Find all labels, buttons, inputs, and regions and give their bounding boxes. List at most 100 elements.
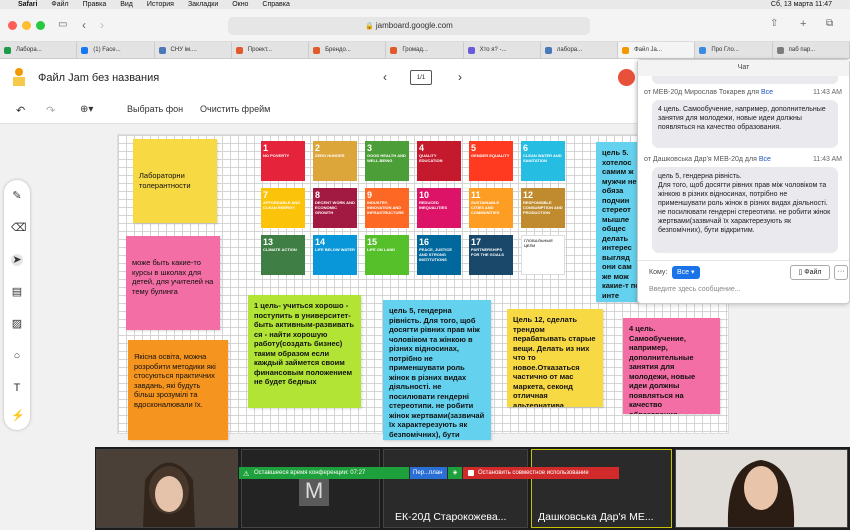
- drawing-tools-panel: ✎ ⌫ ➤ ▤ ▨ ○ T ⚡: [4, 180, 30, 430]
- tab-8[interactable]: лабора...: [541, 42, 619, 58]
- slides-favicon-icon: [235, 47, 243, 54]
- menu-help[interactable]: Справка: [262, 1, 289, 8]
- tab-1[interactable]: Лабора...: [0, 42, 78, 58]
- chat-message-input[interactable]: Введите здесь сообщение...: [649, 286, 741, 293]
- chat-recipient-1[interactable]: Все: [761, 89, 773, 96]
- shield-icon[interactable]: ◈: [448, 467, 462, 479]
- sticky-note-pink-2[interactable]: 4 цель. Самообучение, например, дополнит…: [623, 318, 720, 414]
- sdg-goal-number: 13: [263, 237, 274, 247]
- sticky-note-green-1[interactable]: 1 цель- учиться хорошо - поступить в уни…: [248, 295, 361, 408]
- close-window-button[interactable]: [8, 21, 17, 30]
- pause-share-button[interactable]: Пер...план: [410, 467, 447, 479]
- tab-7[interactable]: Хто я? -...: [464, 42, 541, 58]
- tab-overview-icon[interactable]: ⧉: [826, 18, 833, 29]
- participant-video-5[interactable]: [675, 449, 848, 528]
- sticky-note-icon[interactable]: ▤: [11, 286, 23, 298]
- participant-name-4: Дашковська Дар'я МЕ...: [538, 511, 654, 523]
- tab-4[interactable]: Проект...: [232, 42, 310, 58]
- back-arrow-icon[interactable]: ‹: [82, 18, 86, 32]
- prev-frame-icon[interactable]: ‹: [383, 70, 387, 84]
- zoom-share-bar: Оставшееся время конференции: 07:27 ⚠ Пе…: [239, 467, 619, 479]
- choose-background-button[interactable]: Выбрать фон: [127, 104, 183, 114]
- participant-video-1[interactable]: [96, 449, 238, 528]
- sdg-goal-number: 4: [419, 143, 425, 153]
- tab-2[interactable]: (1) Face...: [77, 42, 155, 58]
- url-bar[interactable]: 🔒 jamboard.google.com: [228, 17, 590, 35]
- menu-bookmarks[interactable]: Закладки: [188, 1, 218, 8]
- sdg-goal-title: REDUCED INEQUALITIES: [419, 200, 448, 210]
- tab-6[interactable]: Громад...: [386, 42, 464, 58]
- sticky-note-orange-1[interactable]: Якісна освіта, можна розробити методики …: [128, 340, 228, 440]
- zoom-chat-panel: Чат от МЕВ-20д Мирослав Токарев для Все …: [637, 59, 850, 304]
- menu-view[interactable]: Вид: [120, 1, 133, 8]
- tab-9-active[interactable]: Файл Ja...: [618, 42, 696, 58]
- clear-frame-button[interactable]: Очистить фрейм: [200, 104, 270, 114]
- chat-recipient-2[interactable]: Все: [759, 156, 771, 163]
- pen-icon[interactable]: ✎: [11, 190, 23, 202]
- sdg-goal-number: 9: [367, 190, 373, 200]
- facebook-favicon-icon: [81, 47, 89, 54]
- sdg-goal-title: GOOD HEALTH AND WELL-BEING: [367, 153, 406, 163]
- sticky-note-cyan-2[interactable]: цель 5. хотелос самим ж мужчи не обяза п…: [596, 142, 640, 302]
- participant-tile-3[interactable]: ЕК-20Д Старокожева...: [383, 449, 528, 528]
- sdg-goal-title: LIFE ON LAND: [367, 247, 395, 252]
- sdg-goal-tile: 3 GOOD HEALTH AND WELL-BEING: [365, 141, 409, 181]
- sidebar-icon[interactable]: ▭: [58, 19, 67, 30]
- image-icon[interactable]: ▨: [11, 318, 23, 330]
- select-arrow-icon[interactable]: ➤: [11, 254, 23, 266]
- sticky-note-pink-1[interactable]: може быть какие-то курсы в школах для де…: [126, 236, 220, 330]
- sticky-note-yellow-1[interactable]: Лабораторни толерантности: [133, 139, 217, 223]
- stop-share-button[interactable]: Остановить совместное использование: [463, 467, 619, 479]
- menubar-clock[interactable]: Сб, 13 марта 11:47: [771, 0, 832, 9]
- sdg-goal-number: 14: [315, 237, 326, 247]
- sdg-goal-number: 12: [523, 190, 534, 200]
- document-title[interactable]: Файл Jam без названия: [38, 72, 159, 84]
- text-box-icon[interactable]: T: [11, 382, 23, 394]
- sdg-goal-tile: 7 AFFORDABLE AND CLEAN ENERGY: [261, 188, 305, 228]
- menu-window[interactable]: Окно: [232, 1, 248, 8]
- tab-3[interactable]: СНУ ім....: [155, 42, 232, 58]
- chat-message-2: цель 5, гендерна рівність. Для того, щоб…: [652, 167, 838, 253]
- redo-icon[interactable]: ↷: [46, 104, 55, 117]
- menu-history[interactable]: История: [147, 1, 174, 8]
- chat-recipient-select[interactable]: Все ▾: [672, 266, 700, 279]
- menu-edit[interactable]: Правка: [83, 1, 107, 8]
- avatar[interactable]: [618, 69, 635, 86]
- jamboard-logo-icon[interactable]: [10, 67, 28, 87]
- zoom-icon[interactable]: ⊕▾: [80, 104, 93, 115]
- sdg-goal-tile: 14 LIFE BELOW WATER: [313, 235, 357, 275]
- laser-icon[interactable]: ⚡: [11, 410, 25, 422]
- sticky-note-yellow-2[interactable]: Цель 12, сделать трендом перабатывать ст…: [507, 309, 603, 407]
- sdg-goals-image[interactable]: 1 NO POVERTY 2 ZERO HUNGER 3 GOOD HEALTH AND …: [261, 141, 571, 277]
- participant-tile-2[interactable]: M: [241, 449, 380, 528]
- participant-tile-4[interactable]: Дашковська Дар'я МЕ...: [531, 449, 672, 528]
- sdg-goal-title: DECENT WORK AND ECONOMIC GROWTH: [315, 200, 355, 215]
- frame-indicator[interactable]: 1/1: [410, 70, 432, 85]
- sdg-goal-tile: 1 NO POVERTY: [261, 141, 305, 181]
- undo-icon[interactable]: ↶: [16, 104, 25, 117]
- menu-safari[interactable]: Safari: [18, 1, 37, 8]
- sdg-goal-number: 3: [367, 143, 373, 153]
- share-icon[interactable]: ⇧: [770, 18, 778, 29]
- tab-11[interactable]: паб пар...: [773, 42, 850, 58]
- menu-file[interactable]: Файл: [51, 1, 68, 8]
- sdg-goal-tile: 10 REDUCED INEQUALITIES: [417, 188, 461, 228]
- minimize-window-button[interactable]: [22, 21, 31, 30]
- next-frame-icon[interactable]: ›: [458, 70, 462, 84]
- tab-5[interactable]: Брендо...: [309, 42, 387, 58]
- tab-10[interactable]: Про Гло...: [695, 42, 773, 58]
- previous-message-bubble: [652, 76, 838, 84]
- forms-favicon-icon: [467, 47, 475, 54]
- chat-more-button[interactable]: ···: [834, 265, 848, 280]
- sticky-note-cyan-1[interactable]: цель 5, гендерна рівність. Для того, щоб…: [383, 300, 491, 440]
- chat-file-button[interactable]: ▯ Файл: [790, 265, 830, 280]
- eraser-icon[interactable]: ⌫: [11, 222, 27, 234]
- sdg-goal-number: 2: [315, 143, 321, 153]
- forward-arrow-icon[interactable]: ›: [100, 18, 104, 32]
- sdg-goal-title: AFFORDABLE AND CLEAN ENERGY: [263, 200, 301, 210]
- new-tab-icon[interactable]: +: [800, 18, 806, 30]
- circle-shape-icon[interactable]: ○: [11, 350, 23, 362]
- chat-message-meta-1: от МЕВ-20д Мирослав Токарев для Все 11:4…: [644, 89, 844, 96]
- zoom-window-button[interactable]: [36, 21, 45, 30]
- slides-favicon-icon: [390, 47, 398, 54]
